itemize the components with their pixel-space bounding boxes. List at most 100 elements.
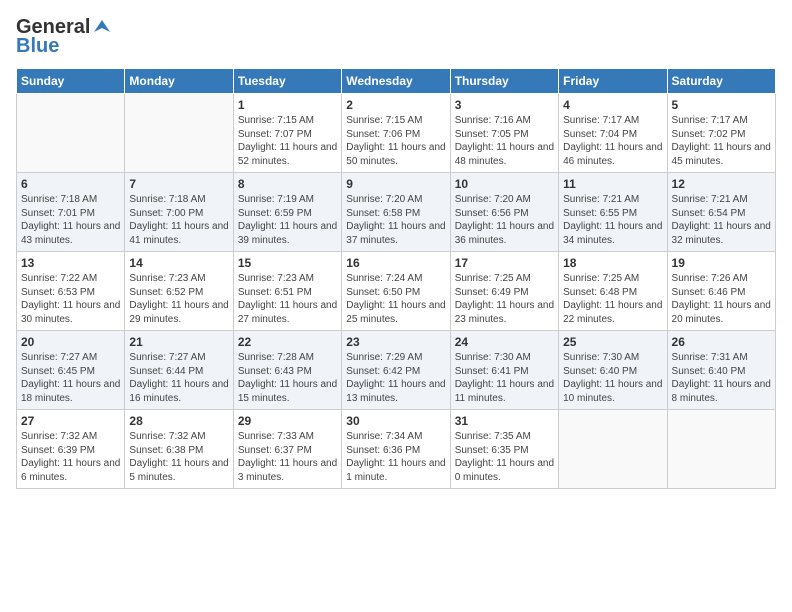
calendar-day-cell: 17 Sunrise: 7:25 AM Sunset: 6:49 PM Dayli… <box>450 252 558 331</box>
calendar-day-cell: 8 Sunrise: 7:19 AM Sunset: 6:59 PM Daylig… <box>233 173 341 252</box>
day-number: 21 <box>129 335 228 349</box>
calendar-day-cell: 22 Sunrise: 7:28 AM Sunset: 6:43 PM Dayli… <box>233 331 341 410</box>
day-detail: Sunrise: 7:34 AM Sunset: 6:36 PM Dayligh… <box>346 430 445 484</box>
day-number: 20 <box>21 335 120 349</box>
calendar-header-thursday: Thursday <box>450 69 558 94</box>
calendar-day-cell: 20 Sunrise: 7:27 AM Sunset: 6:45 PM Dayli… <box>17 331 125 410</box>
day-detail: Sunrise: 7:19 AM Sunset: 6:59 PM Dayligh… <box>238 193 337 247</box>
calendar-header-tuesday: Tuesday <box>233 69 341 94</box>
day-number: 10 <box>455 177 554 191</box>
day-number: 14 <box>129 256 228 270</box>
day-detail: Sunrise: 7:21 AM Sunset: 6:54 PM Dayligh… <box>672 193 771 247</box>
day-number: 12 <box>672 177 771 191</box>
day-detail: Sunrise: 7:27 AM Sunset: 6:45 PM Dayligh… <box>21 351 120 405</box>
calendar-header-saturday: Saturday <box>667 69 775 94</box>
calendar-table: SundayMondayTuesdayWednesdayThursdayFrid… <box>16 68 776 489</box>
page-header: General Blue <box>16 16 776 58</box>
day-number: 8 <box>238 177 337 191</box>
day-number: 19 <box>672 256 771 270</box>
day-detail: Sunrise: 7:25 AM Sunset: 6:48 PM Dayligh… <box>563 272 662 326</box>
day-detail: Sunrise: 7:30 AM Sunset: 6:40 PM Dayligh… <box>563 351 662 405</box>
calendar-day-cell: 5 Sunrise: 7:17 AM Sunset: 7:02 PM Daylig… <box>667 94 775 173</box>
calendar-day-cell: 6 Sunrise: 7:18 AM Sunset: 7:01 PM Daylig… <box>17 173 125 252</box>
calendar-day-cell: 28 Sunrise: 7:32 AM Sunset: 6:38 PM Dayli… <box>125 410 233 489</box>
day-number: 9 <box>346 177 445 191</box>
day-detail: Sunrise: 7:23 AM Sunset: 6:51 PM Dayligh… <box>238 272 337 326</box>
day-number: 7 <box>129 177 228 191</box>
logo-bird-icon <box>92 18 112 38</box>
calendar-day-cell: 14 Sunrise: 7:23 AM Sunset: 6:52 PM Dayli… <box>125 252 233 331</box>
calendar-day-cell: 7 Sunrise: 7:18 AM Sunset: 7:00 PM Daylig… <box>125 173 233 252</box>
day-detail: Sunrise: 7:27 AM Sunset: 6:44 PM Dayligh… <box>129 351 228 405</box>
day-detail: Sunrise: 7:32 AM Sunset: 6:38 PM Dayligh… <box>129 430 228 484</box>
day-number: 30 <box>346 414 445 428</box>
calendar-day-cell: 9 Sunrise: 7:20 AM Sunset: 6:58 PM Daylig… <box>342 173 450 252</box>
calendar-day-cell: 1 Sunrise: 7:15 AM Sunset: 7:07 PM Daylig… <box>233 94 341 173</box>
calendar-header-sunday: Sunday <box>17 69 125 94</box>
day-detail: Sunrise: 7:28 AM Sunset: 6:43 PM Dayligh… <box>238 351 337 405</box>
calendar-day-cell: 18Sunrise: 7:25 AM Sunset: 6:48 PM Dayli… <box>559 252 667 331</box>
calendar-day-cell: 21 Sunrise: 7:27 AM Sunset: 6:44 PM Dayli… <box>125 331 233 410</box>
calendar-day-cell <box>125 94 233 173</box>
calendar-day-cell: 2 Sunrise: 7:15 AM Sunset: 7:06 PM Daylig… <box>342 94 450 173</box>
day-number: 5 <box>672 98 771 112</box>
calendar-week-row: 6 Sunrise: 7:18 AM Sunset: 7:01 PM Daylig… <box>17 173 776 252</box>
day-detail: Sunrise: 7:15 AM Sunset: 7:07 PM Dayligh… <box>238 114 337 168</box>
day-number: 17 <box>455 256 554 270</box>
day-detail: Sunrise: 7:26 AM Sunset: 6:46 PM Dayligh… <box>672 272 771 326</box>
day-detail: Sunrise: 7:33 AM Sunset: 6:37 PM Dayligh… <box>238 430 337 484</box>
calendar-header-wednesday: Wednesday <box>342 69 450 94</box>
day-number: 31 <box>455 414 554 428</box>
day-detail: Sunrise: 7:15 AM Sunset: 7:06 PM Dayligh… <box>346 114 445 168</box>
calendar-day-cell: 10 Sunrise: 7:20 AM Sunset: 6:56 PM Dayli… <box>450 173 558 252</box>
calendar-day-cell: 13 Sunrise: 7:22 AM Sunset: 6:53 PM Dayli… <box>17 252 125 331</box>
day-detail: Sunrise: 7:25 AM Sunset: 6:49 PM Dayligh… <box>455 272 554 326</box>
day-detail: Sunrise: 7:32 AM Sunset: 6:39 PM Dayligh… <box>21 430 120 484</box>
day-number: 15 <box>238 256 337 270</box>
day-detail: Sunrise: 7:24 AM Sunset: 6:50 PM Dayligh… <box>346 272 445 326</box>
calendar-header-row: SundayMondayTuesdayWednesdayThursdayFrid… <box>17 69 776 94</box>
day-detail: Sunrise: 7:21 AM Sunset: 6:55 PM Dayligh… <box>563 193 662 247</box>
calendar-day-cell: 26 Sunrise: 7:31 AM Sunset: 6:40 PM Dayli… <box>667 331 775 410</box>
calendar-day-cell: 19 Sunrise: 7:26 AM Sunset: 6:46 PM Dayli… <box>667 252 775 331</box>
calendar-day-cell: 3 Sunrise: 7:16 AM Sunset: 7:05 PM Daylig… <box>450 94 558 173</box>
day-detail: Sunrise: 7:35 AM Sunset: 6:35 PM Dayligh… <box>455 430 554 484</box>
day-number: 22 <box>238 335 337 349</box>
calendar-day-cell: 12 Sunrise: 7:21 AM Sunset: 6:54 PM Dayli… <box>667 173 775 252</box>
calendar-day-cell: 31 Sunrise: 7:35 AM Sunset: 6:35 PM Dayli… <box>450 410 558 489</box>
day-number: 25 <box>563 335 662 349</box>
calendar-week-row: 13 Sunrise: 7:22 AM Sunset: 6:53 PM Dayli… <box>17 252 776 331</box>
day-detail: Sunrise: 7:20 AM Sunset: 6:56 PM Dayligh… <box>455 193 554 247</box>
day-number: 13 <box>21 256 120 270</box>
day-number: 23 <box>346 335 445 349</box>
day-number: 26 <box>672 335 771 349</box>
day-number: 16 <box>346 256 445 270</box>
day-detail: Sunrise: 7:29 AM Sunset: 6:42 PM Dayligh… <box>346 351 445 405</box>
calendar-day-cell: 15 Sunrise: 7:23 AM Sunset: 6:51 PM Dayli… <box>233 252 341 331</box>
day-number: 24 <box>455 335 554 349</box>
day-detail: Sunrise: 7:18 AM Sunset: 7:01 PM Dayligh… <box>21 193 120 247</box>
day-number: 2 <box>346 98 445 112</box>
day-number: 4 <box>563 98 662 112</box>
day-detail: Sunrise: 7:18 AM Sunset: 7:00 PM Dayligh… <box>129 193 228 247</box>
day-detail: Sunrise: 7:20 AM Sunset: 6:58 PM Dayligh… <box>346 193 445 247</box>
calendar-day-cell: 4 Sunrise: 7:17 AM Sunset: 7:04 PM Daylig… <box>559 94 667 173</box>
day-number: 1 <box>238 98 337 112</box>
logo-blue: Blue <box>16 35 59 58</box>
calendar-day-cell <box>17 94 125 173</box>
day-number: 3 <box>455 98 554 112</box>
day-detail: Sunrise: 7:17 AM Sunset: 7:04 PM Dayligh… <box>563 114 662 168</box>
day-detail: Sunrise: 7:23 AM Sunset: 6:52 PM Dayligh… <box>129 272 228 326</box>
calendar-day-cell <box>667 410 775 489</box>
calendar-day-cell: 29Sunrise: 7:33 AM Sunset: 6:37 PM Dayli… <box>233 410 341 489</box>
day-detail: Sunrise: 7:22 AM Sunset: 6:53 PM Dayligh… <box>21 272 120 326</box>
day-number: 27 <box>21 414 120 428</box>
day-detail: Sunrise: 7:31 AM Sunset: 6:40 PM Dayligh… <box>672 351 771 405</box>
calendar-day-cell <box>559 410 667 489</box>
day-number: 6 <box>21 177 120 191</box>
day-detail: Sunrise: 7:17 AM Sunset: 7:02 PM Dayligh… <box>672 114 771 168</box>
calendar-day-cell: 24Sunrise: 7:30 AM Sunset: 6:41 PM Dayli… <box>450 331 558 410</box>
day-number: 28 <box>129 414 228 428</box>
calendar-day-cell: 30 Sunrise: 7:34 AM Sunset: 6:36 PM Dayli… <box>342 410 450 489</box>
day-detail: Sunrise: 7:16 AM Sunset: 7:05 PM Dayligh… <box>455 114 554 168</box>
